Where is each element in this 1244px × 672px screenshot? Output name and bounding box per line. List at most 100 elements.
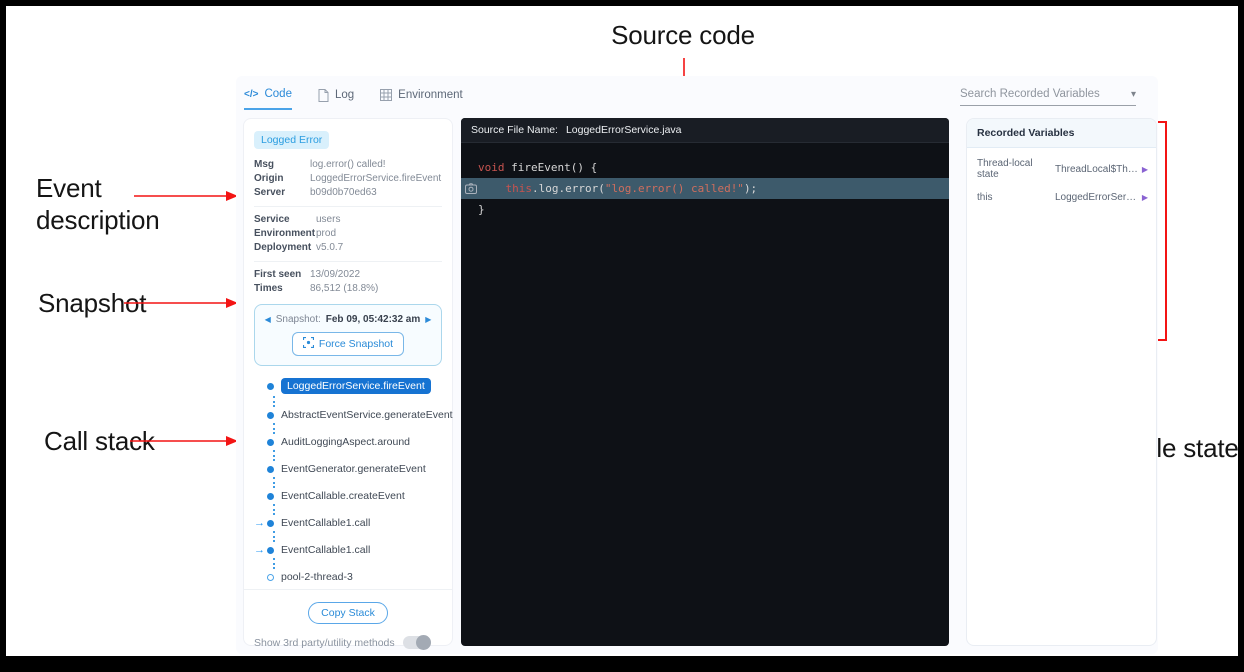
environment-grid-icon bbox=[380, 89, 392, 101]
variable-name: Thread-local state bbox=[977, 158, 1055, 180]
keyword-token: void bbox=[478, 161, 505, 174]
stack-frame-thread[interactable]: pool-2-thread-3 bbox=[254, 571, 442, 583]
stack-frame[interactable]: EventGenerator.generateEvent bbox=[254, 463, 442, 475]
async-arrow-icon: → bbox=[254, 545, 267, 556]
msg-label: Msg bbox=[254, 158, 310, 172]
code-token: fireEvent() { bbox=[505, 161, 598, 174]
deployment-value: v5.0.7 bbox=[316, 241, 343, 255]
search-recorded-variables-select[interactable]: Search Recorded Variables ▾ bbox=[960, 88, 1136, 106]
snapshot-navigator: ◀ Snapshot: Feb 09, 05:42:32 am ▶ bbox=[265, 314, 432, 325]
next-snapshot-button[interactable]: ▶ bbox=[425, 315, 431, 324]
stack-connector bbox=[273, 423, 442, 434]
deployment-label: Deployment bbox=[254, 241, 316, 255]
stack-frame[interactable]: EventCallable.createEvent bbox=[254, 490, 442, 502]
tab-environment[interactable]: Environment bbox=[380, 89, 463, 109]
first-seen-label: First seen bbox=[254, 268, 310, 282]
toggle-knob bbox=[416, 635, 431, 650]
msg-value: log.error() called! bbox=[310, 158, 386, 172]
variable-row[interactable]: Thread-local state ThreadLocal$ThreadL..… bbox=[967, 148, 1156, 182]
event-service-row: Service users bbox=[254, 213, 442, 227]
divider bbox=[254, 206, 442, 207]
environment-value: prod bbox=[316, 227, 336, 241]
source-file-name-label: Source File Name: bbox=[471, 124, 558, 136]
tab-code[interactable]: </> Code bbox=[244, 88, 292, 110]
force-snapshot-button[interactable]: Force Snapshot bbox=[292, 332, 404, 356]
event-deployment-group: Service users Environment prod Deploymen… bbox=[254, 213, 442, 255]
server-label: Server bbox=[254, 186, 310, 200]
frame-dot-icon bbox=[267, 412, 274, 419]
snapshot-card: ◀ Snapshot: Feb 09, 05:42:32 am ▶ Force … bbox=[254, 304, 442, 366]
environment-label: Environment bbox=[254, 227, 316, 241]
stack-connector bbox=[273, 396, 442, 407]
origin-value: LoggedErrorService.fireEvent bbox=[310, 172, 441, 186]
frame-dot-icon bbox=[267, 383, 274, 390]
origin-label: Origin bbox=[254, 172, 310, 186]
debugger-app-window: </> Code Log Environment Search Recorded… bbox=[236, 76, 1158, 654]
stack-frame[interactable]: → EventCallable1.call bbox=[254, 544, 442, 556]
annotation-snapshot: Snapshot bbox=[38, 287, 146, 319]
annotation-call-stack: Call stack bbox=[44, 425, 155, 457]
tab-code-label: Code bbox=[264, 88, 292, 100]
snapshot-label: Snapshot: bbox=[276, 314, 321, 325]
async-arrow-icon: → bbox=[254, 518, 267, 529]
third-party-toggle[interactable] bbox=[403, 636, 431, 649]
stack-connector bbox=[273, 558, 442, 569]
stack-connector bbox=[273, 531, 442, 542]
variable-name: this bbox=[977, 192, 1055, 203]
times-value: 86,512 (18.8%) bbox=[310, 282, 378, 296]
source-file-name-value: LoggedErrorService.java bbox=[566, 124, 682, 136]
first-seen-value: 13/09/2022 bbox=[310, 268, 360, 282]
server-value: b09d0b70ed63 bbox=[310, 186, 377, 200]
event-deployment-row: Deployment v5.0.7 bbox=[254, 241, 442, 255]
event-panel: Logged Error Msg log.error() called! Ori… bbox=[243, 118, 453, 646]
event-server-row: Server b09d0b70ed63 bbox=[254, 186, 442, 200]
prev-snapshot-button[interactable]: ◀ bbox=[265, 315, 271, 324]
copy-stack-button[interactable]: Copy Stack bbox=[308, 602, 388, 624]
stack-frame-label: EventGenerator.generateEvent bbox=[281, 463, 426, 475]
snapshot-camera-icon bbox=[465, 183, 477, 194]
service-value: users bbox=[316, 213, 340, 227]
stack-connector bbox=[273, 504, 442, 515]
stack-frame[interactable]: LoggedErrorService.fireEvent bbox=[254, 378, 442, 394]
stack-connector bbox=[273, 450, 442, 461]
tab-log[interactable]: Log bbox=[318, 89, 354, 110]
stack-frame[interactable]: AbstractEventService.generateEvent bbox=[254, 409, 442, 421]
code-icon: </> bbox=[244, 89, 258, 100]
event-times-row: Times 86,512 (18.8%) bbox=[254, 282, 442, 296]
highlighted-code-line[interactable]: this.log.error("log.error() called!"); bbox=[461, 178, 949, 199]
stack-frame[interactable]: → EventCallable1.call bbox=[254, 517, 442, 529]
stack-frame-label: AbstractEventService.generateEvent bbox=[281, 409, 453, 421]
stack-frame[interactable]: AuditLoggingAspect.around bbox=[254, 436, 442, 448]
thread-dot-icon bbox=[267, 574, 274, 581]
log-file-icon bbox=[318, 89, 329, 102]
code-token: .log.error( bbox=[532, 178, 605, 199]
tab-log-label: Log bbox=[335, 89, 354, 101]
recorded-variables-panel: Recorded Variables Thread-local state Th… bbox=[966, 118, 1157, 646]
divider bbox=[254, 261, 442, 262]
event-stats-group: First seen 13/09/2022 Times 86,512 (18.8… bbox=[254, 268, 442, 296]
stack-frame-label: LoggedErrorService.fireEvent bbox=[281, 378, 431, 394]
tab-bar: </> Code Log Environment bbox=[244, 88, 463, 110]
frame-dot-icon bbox=[267, 466, 274, 473]
recorded-variables-header: Recorded Variables bbox=[967, 119, 1156, 148]
stack-frame-label: pool-2-thread-3 bbox=[281, 571, 353, 583]
snapshot-timestamp: Feb 09, 05:42:32 am bbox=[326, 314, 421, 325]
capture-frame-icon bbox=[303, 337, 314, 351]
editor-header: Source File Name: LoggedErrorService.jav… bbox=[461, 118, 949, 143]
service-label: Service bbox=[254, 213, 316, 227]
frame-dot-icon bbox=[267, 493, 274, 500]
stack-frame-label: EventCallable1.call bbox=[281, 517, 370, 529]
event-origin-row: Origin LoggedErrorService.fireEvent bbox=[254, 172, 442, 186]
annotation-event-description: Event description bbox=[36, 172, 196, 236]
times-label: Times bbox=[254, 282, 310, 296]
stack-connector bbox=[273, 477, 442, 488]
expand-arrow-icon[interactable]: ▶ bbox=[1142, 165, 1148, 174]
event-type-badge: Logged Error bbox=[254, 131, 329, 149]
event-msg-row: Msg log.error() called! bbox=[254, 158, 442, 172]
variable-row[interactable]: this LoggedErrorService ▶ bbox=[967, 182, 1156, 205]
expand-arrow-icon[interactable]: ▶ bbox=[1142, 193, 1148, 202]
event-environment-row: Environment prod bbox=[254, 227, 442, 241]
code-line: void fireEvent() { bbox=[461, 157, 949, 178]
tab-environment-label: Environment bbox=[398, 89, 463, 101]
source-code-editor: Source File Name: LoggedErrorService.jav… bbox=[461, 118, 949, 646]
